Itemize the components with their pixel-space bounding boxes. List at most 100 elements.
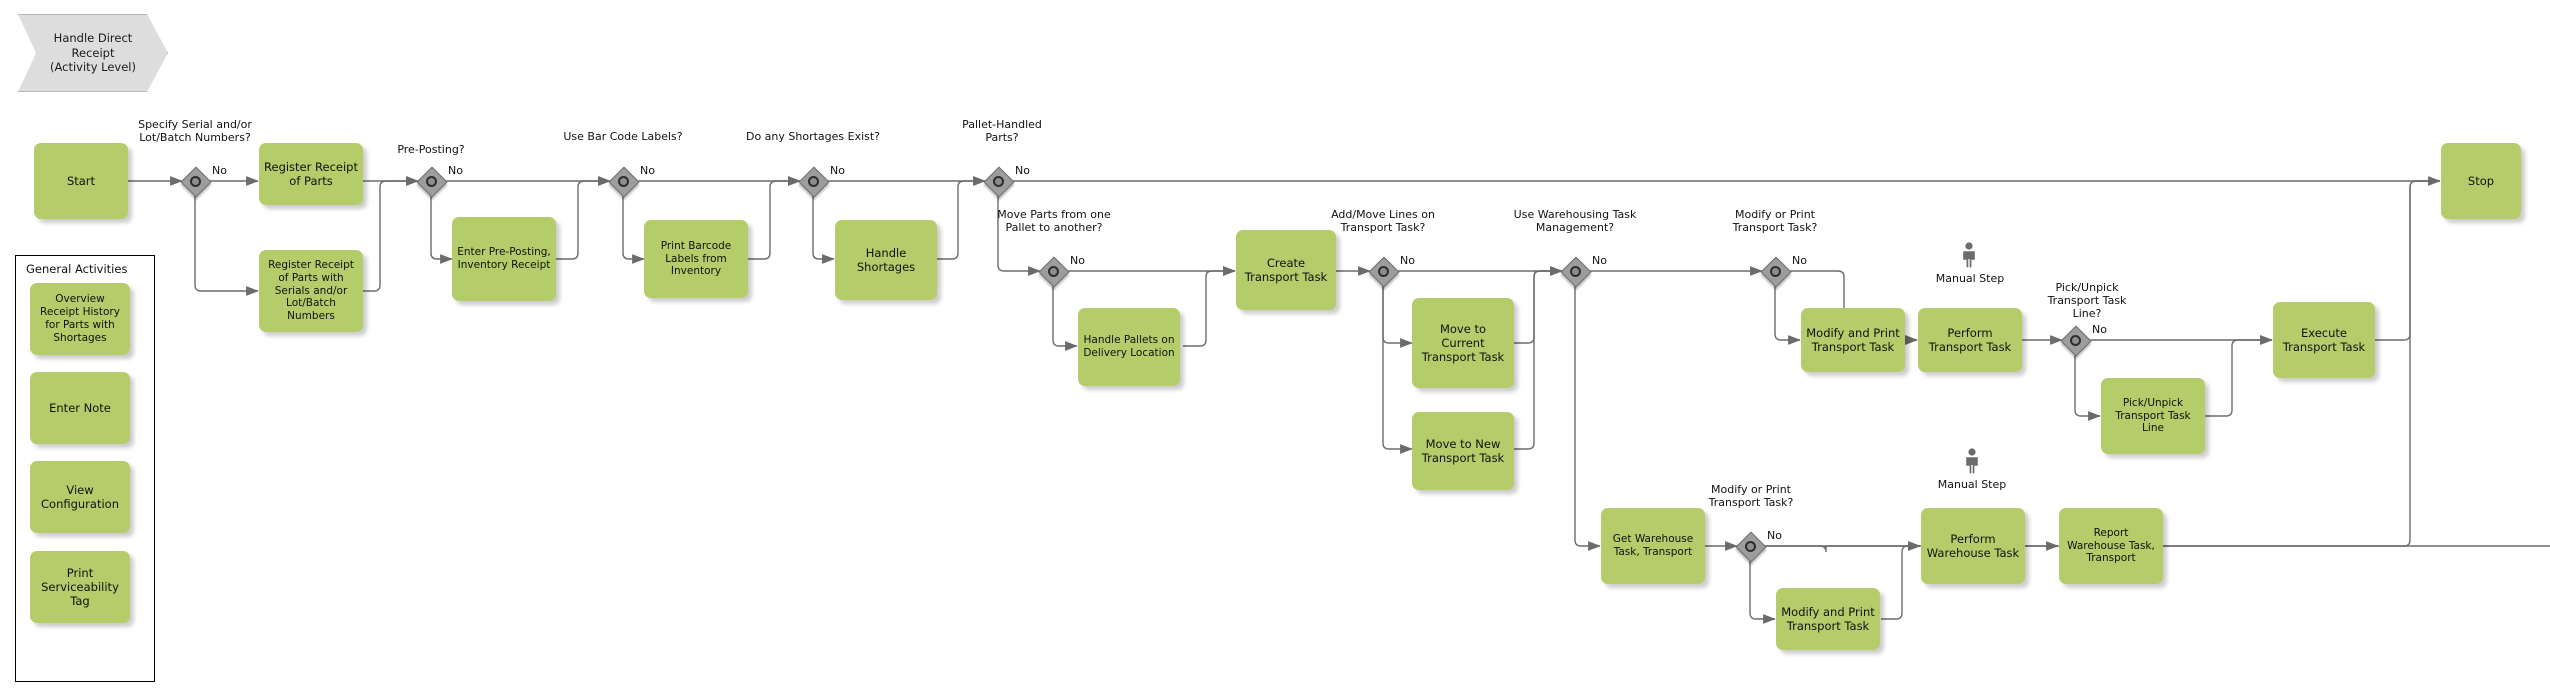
gateway-label-use-barcode: Use Bar Code Labels? bbox=[563, 130, 683, 143]
activity-get-warehouse-task-transport[interactable]: Get Warehouse Task, Transport bbox=[1601, 508, 1705, 584]
branch-label-no: No bbox=[1792, 254, 1807, 267]
activity-perform-transport-task[interactable]: Perform Transport Task bbox=[1918, 308, 2022, 372]
gateway-ring-icon bbox=[1769, 265, 1781, 277]
activity-report-warehouse-task-transport[interactable]: Report Warehouse Task, Transport bbox=[2059, 508, 2163, 584]
branch-label-no: No bbox=[1400, 254, 1415, 267]
activity-print-barcode-labels[interactable]: Print Barcode Labels from Inventory bbox=[644, 220, 748, 298]
title-line-1: Handle Direct bbox=[53, 31, 133, 46]
gateway-ring-icon bbox=[425, 175, 437, 187]
flowchart-canvas: Handle Direct Receipt (Activity Level) S… bbox=[0, 0, 2550, 690]
gateway-label-modify-print-transport-bottom: Modify or Print Transport Task? bbox=[1708, 483, 1794, 510]
gateway-label-move-parts-pallet: Move Parts from one Pallet to another? bbox=[997, 208, 1111, 235]
gateway-modify-print-transport-bottom[interactable] bbox=[1735, 531, 1767, 563]
activity-label: Print Serviceability Tag bbox=[41, 565, 119, 608]
activity-create-transport-task[interactable]: Create Transport Task bbox=[1236, 230, 1336, 310]
activity-label: Pick/Unpick Transport Task Line bbox=[2115, 396, 2191, 435]
branch-label-no: No bbox=[1015, 164, 1030, 177]
manual-step-person-icon bbox=[1960, 242, 1978, 268]
gateway-pick-unpick-transport-task-line[interactable] bbox=[2060, 325, 2092, 357]
activity-perform-warehouse-task[interactable]: Perform Warehouse Task bbox=[1921, 508, 2025, 584]
activity-label: Handle Shortages bbox=[856, 245, 916, 274]
gateway-label-use-warehousing: Use Warehousing Task Management? bbox=[1513, 208, 1637, 235]
node-start[interactable]: Start bbox=[34, 143, 128, 219]
gateway-ring-icon bbox=[992, 175, 1004, 187]
branch-label-no: No bbox=[1767, 529, 1782, 542]
activity-label: Get Warehouse Task, Transport bbox=[1612, 533, 1694, 558]
activity-register-receipt-serials[interactable]: Register Receipt of Parts with Serials a… bbox=[259, 250, 363, 332]
general-activities-title: General Activities bbox=[26, 262, 128, 276]
gateway-ring-icon bbox=[2069, 334, 2081, 346]
node-start-label: Start bbox=[66, 173, 96, 188]
gateway-pallet-handled-parts[interactable] bbox=[983, 166, 1015, 198]
title-line-2: Receipt bbox=[71, 45, 115, 60]
connector-layer bbox=[128, 176, 2550, 624]
activity-label: Modify and Print Transport Task bbox=[1806, 325, 1900, 354]
gateway-label-specify-serial: Specify Serial and/or Lot/Batch Numbers? bbox=[138, 118, 252, 145]
activity-execute-transport-task[interactable]: Execute Transport Task bbox=[2273, 302, 2375, 378]
activity-view-configuration[interactable]: View Configuration bbox=[30, 461, 130, 533]
manual-step-label-bottom: Manual Step bbox=[1937, 478, 2007, 491]
gateway-label-add-move-lines: Add/Move Lines on Transport Task? bbox=[1331, 208, 1435, 235]
activity-label: Enter Note bbox=[49, 400, 111, 415]
activity-label: Enter Pre-Posting, Inventory Receipt bbox=[457, 246, 551, 271]
activity-enter-note[interactable]: Enter Note bbox=[30, 372, 130, 444]
activity-label: Create Transport Task bbox=[1244, 255, 1328, 284]
gateway-ring-icon bbox=[1047, 265, 1059, 277]
activity-modify-and-print-transport-task-bottom[interactable]: Modify and Print Transport Task bbox=[1776, 588, 1880, 650]
activity-handle-shortages[interactable]: Handle Shortages bbox=[835, 220, 937, 300]
gateway-use-warehousing-task-mgmt[interactable] bbox=[1560, 256, 1592, 288]
gateway-modify-print-transport-top[interactable] bbox=[1760, 256, 1792, 288]
activity-label: Execute Transport Task bbox=[2282, 325, 2366, 354]
gateway-ring-icon bbox=[617, 175, 629, 187]
gateway-use-barcode-labels[interactable] bbox=[608, 166, 640, 198]
gateway-label-shortages-exist: Do any Shortages Exist? bbox=[745, 130, 881, 143]
gateway-shortages-exist[interactable] bbox=[798, 166, 830, 198]
activity-move-to-current-transport-task[interactable]: Move to Current Transport Task bbox=[1412, 298, 1514, 388]
node-stop-label: Stop bbox=[2467, 173, 2495, 188]
manual-step-label-top: Manual Step bbox=[1935, 272, 2005, 285]
activity-label: Perform Transport Task bbox=[1928, 325, 2012, 354]
branch-label-no: No bbox=[1592, 254, 1607, 267]
branch-label-no: No bbox=[640, 164, 655, 177]
activity-label: Perform Warehouse Task bbox=[1926, 531, 2020, 560]
gateway-label-pick-unpick: Pick/Unpick Transport Task Line? bbox=[2047, 281, 2127, 321]
gateway-label-pre-posting: Pre-Posting? bbox=[397, 143, 465, 156]
activity-label: Overview Receipt History for Parts with … bbox=[40, 293, 120, 344]
activity-modify-and-print-transport-task-top[interactable]: Modify and Print Transport Task bbox=[1801, 308, 1905, 372]
activity-label: Handle Pallets on Delivery Location bbox=[1083, 334, 1175, 359]
activity-pick-unpick-transport-task-line[interactable]: Pick/Unpick Transport Task Line bbox=[2101, 378, 2205, 454]
activity-label: Report Warehouse Task, Transport bbox=[2067, 526, 2155, 565]
gateway-ring-icon bbox=[189, 175, 201, 187]
activity-label: Register Receipt of Parts bbox=[264, 159, 358, 188]
activity-label: View Configuration bbox=[41, 482, 119, 511]
diagram-title-banner: Handle Direct Receipt (Activity Level) bbox=[18, 14, 168, 92]
gateway-pre-posting[interactable] bbox=[416, 166, 448, 198]
gateway-ring-icon bbox=[807, 175, 819, 187]
branch-label-no: No bbox=[1070, 254, 1085, 267]
activity-handle-pallets-delivery-location[interactable]: Handle Pallets on Delivery Location bbox=[1078, 308, 1180, 386]
gateway-label-modify-print-transport-top: Modify or Print Transport Task? bbox=[1732, 208, 1818, 235]
gateway-specify-serial[interactable] bbox=[180, 166, 212, 198]
gateway-ring-icon bbox=[1377, 265, 1389, 277]
activity-move-to-new-transport-task[interactable]: Move to New Transport Task bbox=[1412, 412, 1514, 490]
node-stop[interactable]: Stop bbox=[2441, 143, 2521, 219]
branch-label-no: No bbox=[448, 164, 463, 177]
activity-label: Move to New Transport Task bbox=[1421, 436, 1505, 465]
activity-print-serviceability-tag[interactable]: Print Serviceability Tag bbox=[30, 551, 130, 623]
activity-label: Move to Current Transport Task bbox=[1421, 321, 1505, 364]
gateway-label-pallet-handled: Pallet-Handled Parts? bbox=[962, 118, 1042, 145]
activity-label: Register Receipt of Parts with Serials a… bbox=[268, 259, 354, 323]
branch-label-no: No bbox=[2092, 323, 2107, 336]
diagram-title-text: Handle Direct Receipt (Activity Level) bbox=[18, 14, 168, 92]
activity-enter-pre-posting-inventory-receipt[interactable]: Enter Pre-Posting, Inventory Receipt bbox=[452, 217, 556, 301]
branch-label-no: No bbox=[830, 164, 845, 177]
gateway-add-move-lines[interactable] bbox=[1368, 256, 1400, 288]
activity-register-receipt-of-parts[interactable]: Register Receipt of Parts bbox=[259, 143, 363, 205]
gateway-ring-icon bbox=[1569, 265, 1581, 277]
manual-step-person-icon bbox=[1963, 448, 1981, 474]
gateway-move-parts-pallet[interactable] bbox=[1038, 256, 1070, 288]
activity-overview-receipt-history[interactable]: Overview Receipt History for Parts with … bbox=[30, 283, 130, 355]
gateway-ring-icon bbox=[1744, 540, 1756, 552]
activity-label: Modify and Print Transport Task bbox=[1781, 604, 1875, 633]
title-line-3: (Activity Level) bbox=[50, 60, 136, 75]
